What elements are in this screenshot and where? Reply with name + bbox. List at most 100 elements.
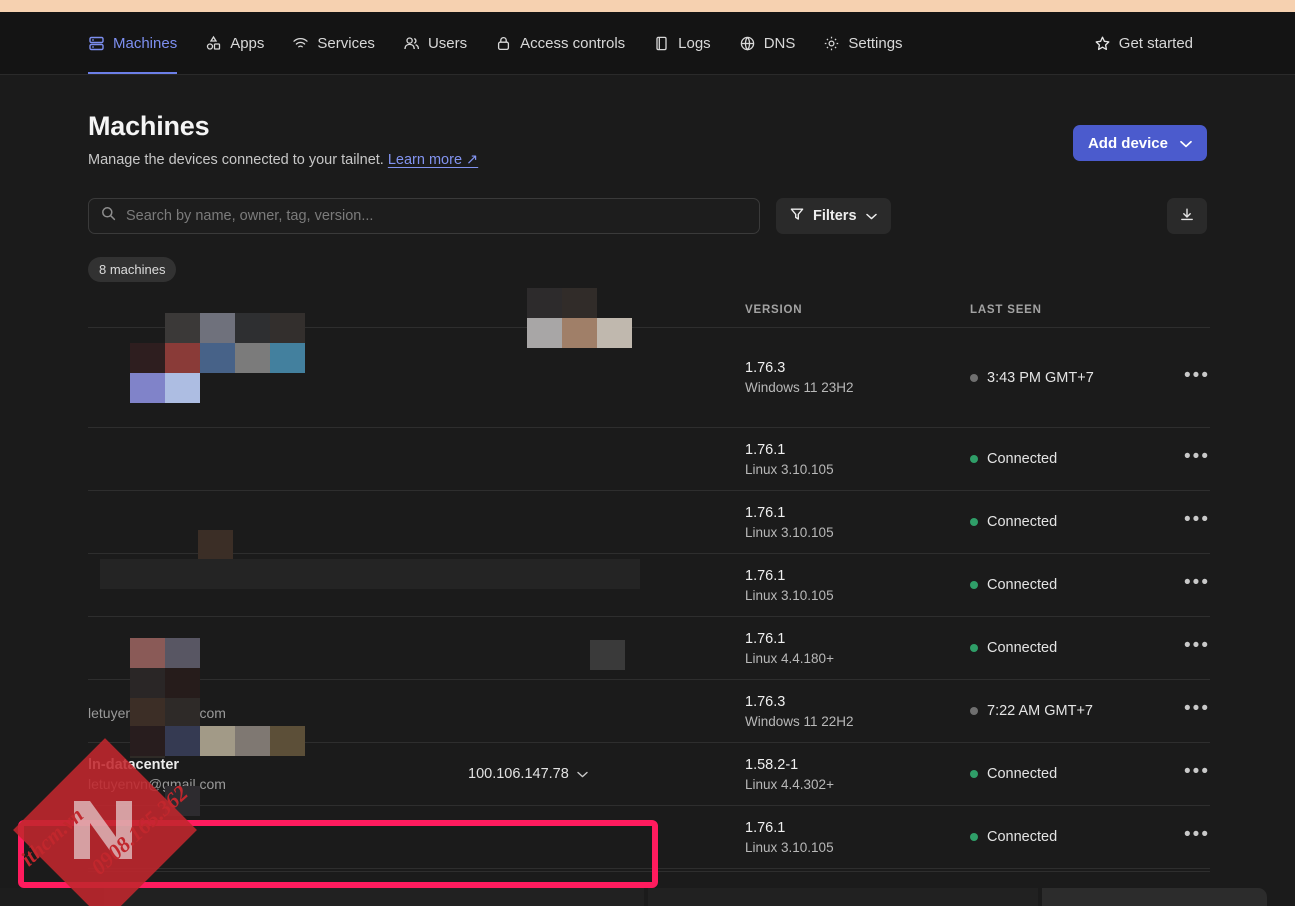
nav-item-list: Machines Apps Services Users Access cont… xyxy=(88,12,917,74)
machine-cell[interactable]: ln-datacenter letuyenvn@gmail.com xyxy=(88,757,468,792)
row-menu-button[interactable]: ••• xyxy=(1170,447,1210,471)
row-menu-button[interactable]: ••• xyxy=(1170,762,1210,786)
page-title: Machines xyxy=(88,111,210,141)
status-badge: Connected xyxy=(987,829,1058,845)
table-row[interactable]: 1.76.3 Windows 11 23H2 3:43 PM GMT+7 ••• xyxy=(88,328,1210,428)
last-seen-cell: Connected xyxy=(970,577,1170,593)
machine-cell[interactable] xyxy=(88,836,468,839)
top-accent-strip xyxy=(0,0,1295,12)
last-seen-cell: Connected xyxy=(970,766,1170,782)
status-dot xyxy=(970,707,978,715)
chevron-down-icon xyxy=(865,208,877,224)
table-row[interactable]: 1.76.1 Linux 3.10.105 Connected ••• xyxy=(88,806,1210,869)
table-row[interactable]: 1.76.1 Linux 3.10.105 Connected ••• xyxy=(88,428,1210,491)
row-menu-button[interactable]: ••• xyxy=(1170,699,1210,723)
machine-cell[interactable] xyxy=(88,521,468,524)
bottom-partial-strip xyxy=(0,888,1295,906)
nav-item-label: Apps xyxy=(230,34,265,52)
nav-item-label: Machines xyxy=(113,34,178,52)
version-cell: 1.76.1 Linux 3.10.105 xyxy=(745,820,970,855)
last-seen-cell: Connected xyxy=(970,451,1170,467)
nav-item-label: DNS xyxy=(763,34,796,52)
version-cell: 1.76.1 Linux 3.10.105 xyxy=(745,442,970,477)
nav-item-access-controls[interactable]: Access controls xyxy=(481,12,639,74)
learn-more-link[interactable]: Learn more ↗ xyxy=(388,152,478,168)
page-content: Machines Manage the devices connected to… xyxy=(0,75,1295,906)
redacted-wide-block xyxy=(100,559,640,589)
row-menu-button[interactable]: ••• xyxy=(1170,366,1210,390)
add-device-button[interactable]: Add device xyxy=(1072,125,1207,161)
main-navigation: Machines Apps Services Users Access cont… xyxy=(0,12,1295,75)
search-container[interactable] xyxy=(88,198,760,234)
nav-item-label: Settings xyxy=(848,34,903,52)
watermark-site: ithcm.vn xyxy=(16,802,88,871)
search-icon xyxy=(101,206,116,226)
nav-item-users[interactable]: Users xyxy=(389,12,481,74)
version-cell: 1.76.1 Linux 3.10.105 xyxy=(745,505,970,540)
table-header-row: VERSION LAST SEEN xyxy=(88,304,1210,328)
chevron-down-icon xyxy=(1180,135,1192,152)
version-os: Windows 11 23H2 xyxy=(745,380,854,395)
version-os: Linux 3.10.105 xyxy=(745,839,834,855)
machine-owner: letuyenvn@gmail.com xyxy=(88,775,226,792)
status-dot xyxy=(970,644,978,652)
bottom-strip-segment xyxy=(1042,888,1267,906)
version-number: 1.76.1 xyxy=(745,630,786,647)
machine-name: ln-datacenter xyxy=(88,756,180,773)
table-body: 1.76.3 Windows 11 23H2 3:43 PM GMT+7 ••• 1.7… xyxy=(88,328,1210,869)
machine-ip-address: 100.106.147.78 xyxy=(468,766,569,782)
nav-item-label: Get started xyxy=(1118,34,1193,52)
nav-item-get-started[interactable]: Get started xyxy=(1094,35,1207,52)
machine-cell[interactable] xyxy=(88,376,468,379)
bottom-strip-segment xyxy=(648,888,1038,906)
machine-cell[interactable] xyxy=(88,647,468,650)
book-icon xyxy=(653,35,670,52)
nav-item-services[interactable]: Services xyxy=(278,12,389,74)
nav-item-apps[interactable]: Apps xyxy=(191,12,278,74)
filters-button[interactable]: Filters xyxy=(776,198,891,234)
version-os: Linux 3.10.105 xyxy=(745,587,834,603)
page-subtitle-text: Manage the devices connected to your tai… xyxy=(88,152,384,168)
gear-icon xyxy=(823,35,840,52)
address-cell[interactable]: 100.106.147.78 xyxy=(468,766,745,782)
version-cell: 1.76.3 Windows 11 22H2 xyxy=(745,694,970,729)
status-badge: Connected xyxy=(987,766,1058,782)
table-row[interactable]: 1.76.1 Linux 3.10.105 Connected ••• xyxy=(88,491,1210,554)
version-number: 1.76.1 xyxy=(745,567,786,584)
status-dot xyxy=(970,373,978,382)
column-header-address xyxy=(468,304,745,316)
chevron-down-icon[interactable] xyxy=(577,766,588,782)
nav-item-label: Services xyxy=(317,34,375,52)
table-row[interactable]: 1.76.1 Linux 4.4.180+ Connected ••• xyxy=(88,617,1210,680)
status-badge: Connected xyxy=(987,514,1058,530)
row-menu-button[interactable]: ••• xyxy=(1170,636,1210,660)
machine-owner: letuyenvn@gmail.com xyxy=(88,704,226,721)
machine-cell[interactable] xyxy=(88,458,468,461)
bottom-strip-segment xyxy=(0,888,100,906)
last-seen-cell: Connected xyxy=(970,514,1170,530)
nav-item-machines[interactable]: Machines xyxy=(88,12,191,74)
page-header: Machines Manage the devices connected to… xyxy=(88,75,1207,168)
column-header-last-seen: LAST SEEN xyxy=(970,304,1042,316)
row-menu-button[interactable]: ••• xyxy=(1170,825,1210,849)
page-subtitle: Manage the devices connected to your tai… xyxy=(88,152,478,168)
download-icon xyxy=(1179,207,1195,226)
nav-item-dns[interactable]: DNS xyxy=(725,12,810,74)
nav-item-logs[interactable]: Logs xyxy=(639,12,725,74)
nav-item-label: Logs xyxy=(678,34,711,52)
table-row[interactable]: ln-datacenter letuyenvn@gmail.com 100.106.… xyxy=(88,743,1210,806)
version-number: 1.76.1 xyxy=(745,441,786,458)
version-os: Linux 3.10.105 xyxy=(745,461,834,477)
search-input[interactable] xyxy=(126,208,747,224)
download-button[interactable] xyxy=(1167,198,1207,234)
lock-icon xyxy=(495,35,512,52)
nav-item-settings[interactable]: Settings xyxy=(809,12,916,74)
table-row[interactable]: letuyenvn@gmail.com 1.76.3 Windows 11 22H2… xyxy=(88,680,1210,743)
row-menu-button[interactable]: ••• xyxy=(1170,573,1210,597)
version-os: Linux 3.10.105 xyxy=(745,524,834,540)
header-actions: Add device xyxy=(1072,111,1207,161)
status-dot xyxy=(970,455,978,463)
status-badge: Connected xyxy=(987,640,1058,656)
row-menu-button[interactable]: ••• xyxy=(1170,510,1210,534)
machine-cell[interactable]: letuyenvn@gmail.com xyxy=(88,702,468,721)
